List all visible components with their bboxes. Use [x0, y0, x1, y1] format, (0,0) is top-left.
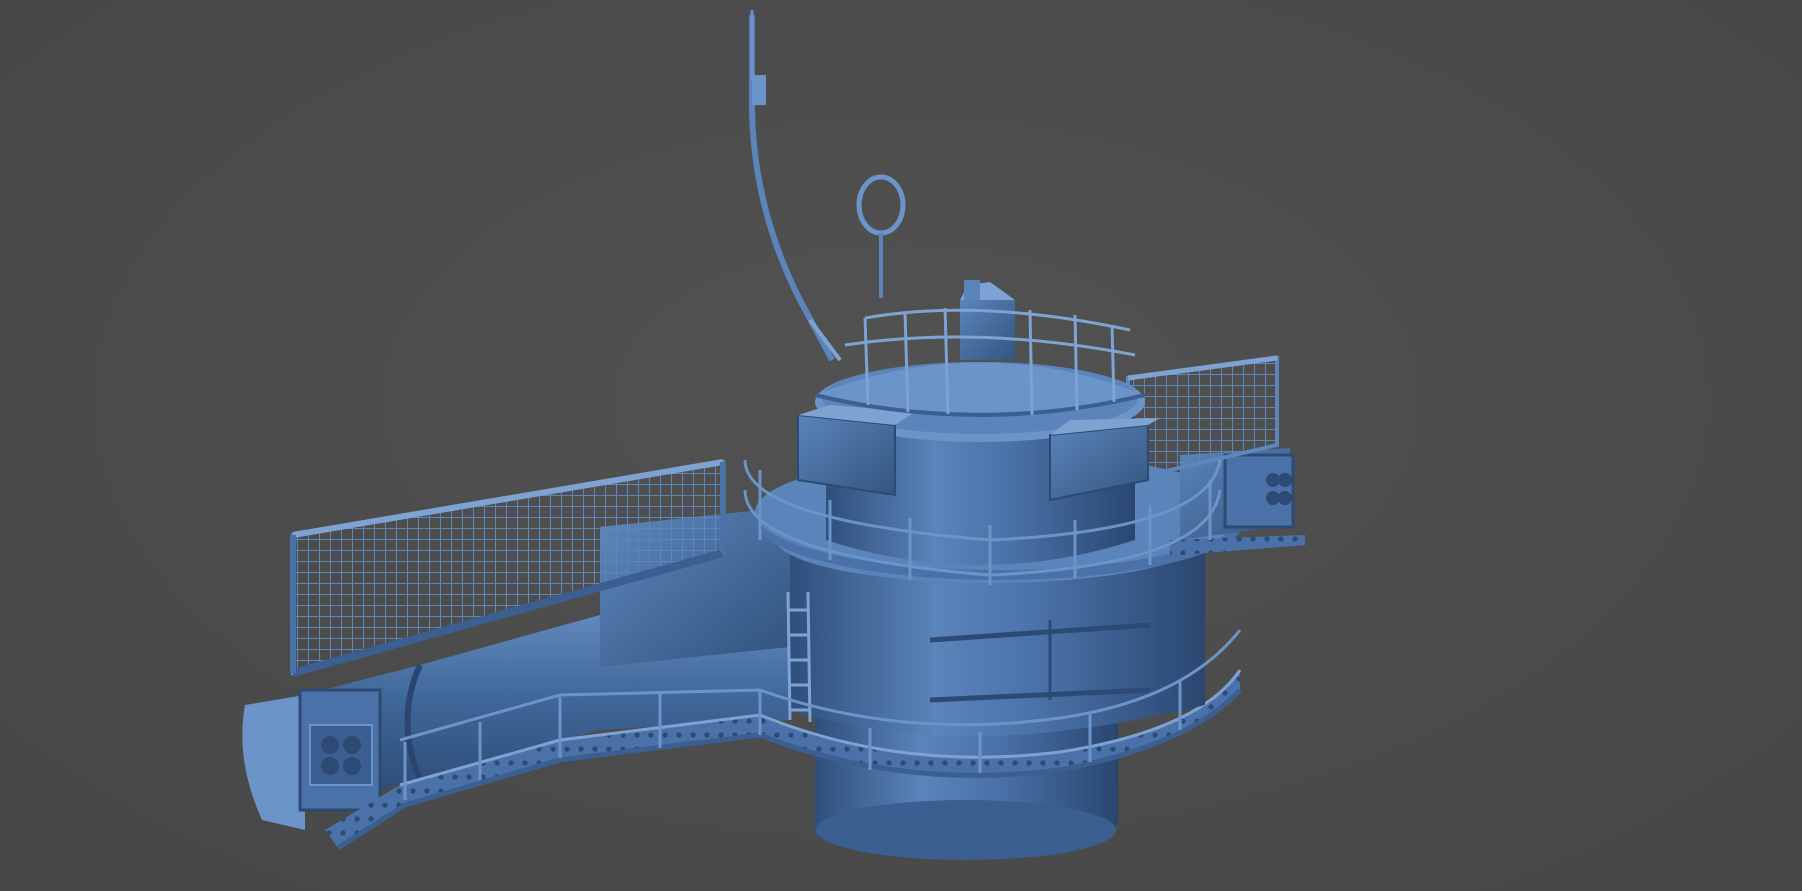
render-viewport: [0, 0, 1802, 891]
loop-antenna: [856, 174, 906, 298]
top-turret: [960, 280, 1015, 360]
top-roof: [814, 362, 1146, 417]
radar-mast-3d-render: [242, 10, 1305, 860]
left-end-cap: [242, 688, 382, 830]
antenna-mast: [749, 10, 842, 362]
